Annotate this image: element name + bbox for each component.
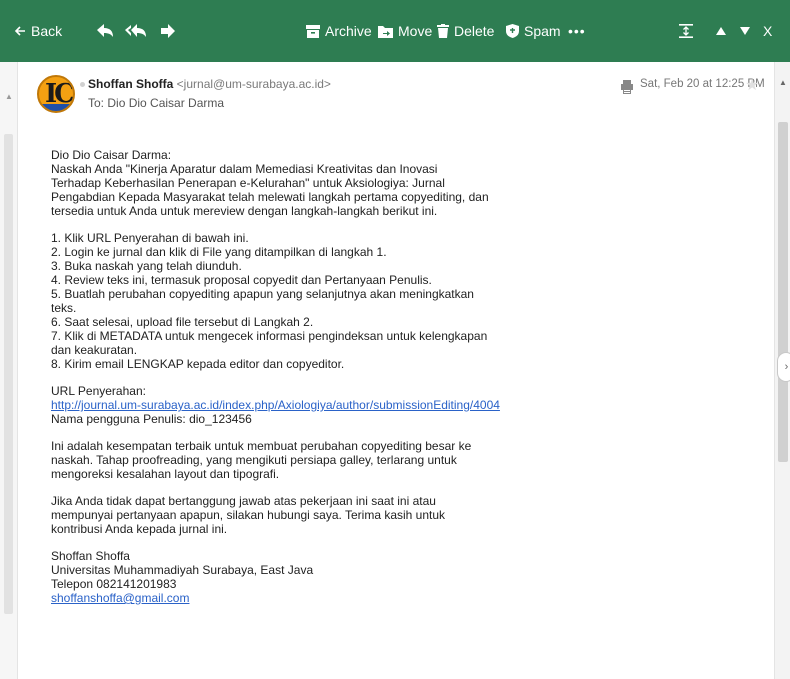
previous-message-button[interactable]	[716, 27, 726, 35]
intro-line: Naskah Anda "Kinerja Aparatur dalam Meme…	[51, 162, 438, 176]
reply-icon	[96, 24, 114, 38]
avatar[interactable]: IC	[37, 75, 75, 113]
sender-email[interactable]: <jurnal@um-surabaya.ac.id>	[177, 77, 331, 91]
archive-button[interactable]: Archive	[306, 23, 372, 39]
triangle-down-icon	[740, 27, 750, 35]
sender-line: Shoffan Shoffa <jurnal@um-surabaya.ac.id…	[88, 77, 331, 91]
step-line: 1. Klik URL Penyerahan di bawah ini.	[51, 231, 249, 245]
star-icon[interactable]: ★	[745, 75, 759, 95]
delete-button[interactable]: Delete	[437, 23, 494, 39]
message-body: Dio Dio Caisar Darma: Naskah Anda "Kiner…	[51, 148, 771, 605]
expand-collapse-button[interactable]	[679, 24, 693, 38]
signature-name: Shoffan Shoffa	[51, 549, 130, 563]
arrow-left-icon	[14, 25, 26, 37]
opportunity-line: mengoreksi kesalahan layout dan tipograf…	[51, 467, 280, 481]
message-toolbar: Back Archive Move Delete Spam ••• X	[0, 0, 790, 62]
step-line: 6. Saat selesai, upload file tersebut di…	[51, 315, 314, 329]
unread-dot-icon	[80, 82, 85, 87]
signature-institution: Universitas Muhammadiyah Surabaya, East …	[51, 563, 314, 577]
closing-line: Jika Anda tidak dapat bertanggung jawab …	[51, 494, 436, 508]
trash-icon	[437, 24, 449, 38]
step-line: 5. Buatlah perubahan copyediting apapun …	[51, 287, 474, 301]
left-scrollbar-thumb[interactable]	[4, 134, 13, 614]
to-label: To:	[88, 96, 105, 110]
more-actions-button[interactable]: •••	[568, 23, 586, 39]
expand-icon	[679, 24, 693, 38]
next-message-button[interactable]	[740, 27, 750, 35]
signature-phone: Telepon 082141201983	[51, 577, 177, 591]
closing-line: kontribusi Anda kepada jurnal ini.	[51, 522, 228, 536]
opportunity-line: Ini adalah kesempatan terbaik untuk memb…	[51, 439, 472, 453]
reply-all-button[interactable]	[124, 24, 148, 38]
step-line: 7. Klik di METADATA untuk mengecek infor…	[51, 329, 488, 343]
author-username: Nama pengguna Penulis: dio_123456	[51, 412, 252, 426]
move-label: Move	[398, 23, 433, 39]
archive-icon	[306, 24, 320, 38]
recipient-line: To: Dio Dio Caisar Darma	[88, 96, 224, 110]
arrow-right-icon	[160, 24, 176, 38]
folder-move-icon	[378, 25, 393, 38]
greeting: Dio Dio Caisar Darma:	[51, 148, 172, 162]
sender-name[interactable]: Shoffan Shoffa	[88, 77, 173, 91]
more-label: •••	[568, 23, 586, 39]
spam-label: Spam	[524, 23, 561, 39]
step-line: 3. Buka naskah yang telah diunduh.	[51, 259, 242, 273]
step-line: teks.	[51, 301, 77, 315]
close-button[interactable]: X	[763, 23, 772, 39]
back-label: Back	[31, 23, 63, 39]
intro-line: Terhadap Keberhasilan Penerapan e-Kelura…	[51, 176, 445, 190]
delete-label: Delete	[454, 23, 495, 39]
left-scrollbar[interactable]: ▲	[0, 62, 18, 679]
submission-url-link[interactable]: http://journal.um-surabaya.ac.id/index.p…	[51, 398, 500, 412]
reply-all-icon	[124, 24, 148, 38]
close-icon: X	[763, 23, 773, 39]
reply-button[interactable]	[96, 24, 114, 38]
step-line: 8. Kirim email LENGKAP kepada editor dan…	[51, 357, 345, 371]
chevron-right-icon: ›	[784, 361, 789, 373]
print-icon[interactable]	[621, 80, 633, 99]
step-line: 2. Login ke jurnal dan klik di File yang…	[51, 245, 387, 259]
expand-pane-button[interactable]: ›	[777, 352, 790, 382]
triangle-up-icon: ▲	[779, 78, 787, 87]
step-line: dan keakuratan.	[51, 343, 138, 357]
intro-line: Pengabdian Kepada Masyarakat telah melew…	[51, 190, 489, 204]
opportunity-line: naskah. Tahap proofreading, yang mengiku…	[51, 453, 457, 467]
right-scrollbar-thumb[interactable]	[778, 122, 788, 462]
intro-line: tersedia untuk Anda untuk mereview denga…	[51, 204, 438, 218]
closing-line: mempunyai pertanyaan apapun, silakan hub…	[51, 508, 446, 522]
step-line: 4. Review teks ini, termasuk proposal co…	[51, 273, 432, 287]
forward-button[interactable]	[160, 24, 176, 38]
shield-icon	[506, 24, 519, 38]
signature-email-link[interactable]: shoffanshoffa@gmail.com	[51, 591, 189, 605]
recipient-name[interactable]: Dio Dio Caisar Darma	[107, 96, 224, 110]
triangle-up-icon	[716, 27, 726, 35]
archive-label: Archive	[325, 23, 372, 39]
move-button[interactable]: Move	[378, 23, 432, 39]
url-label: URL Penyerahan:	[51, 384, 146, 398]
back-button[interactable]: Back	[14, 23, 62, 39]
triangle-up-icon: ▲	[5, 92, 13, 101]
spam-button[interactable]: Spam	[506, 23, 561, 39]
